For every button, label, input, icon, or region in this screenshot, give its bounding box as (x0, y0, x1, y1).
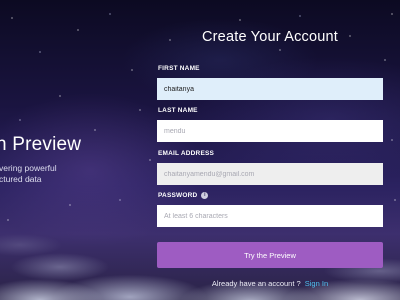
sign-in-link[interactable]: Sign In (305, 279, 328, 288)
password-label: PASSWORD (158, 192, 198, 199)
first-name-label: FIRST NAME (158, 65, 200, 72)
preview-description-line-1: vering powerful (0, 163, 57, 173)
password-field[interactable] (157, 205, 383, 227)
form-title: Create Your Account (201, 29, 338, 45)
email-field[interactable] (157, 163, 383, 185)
preview-heading: n Preview (0, 134, 82, 155)
last-name-label: LAST NAME (158, 107, 198, 114)
first-name-field[interactable] (157, 78, 383, 100)
preview-description-line-2: ctured data (0, 174, 42, 184)
signin-prompt: Already have an account ? (211, 279, 301, 288)
last-name-field[interactable] (157, 120, 383, 142)
signup-page: n Preview vering powerful ctured data Cr… (0, 0, 400, 300)
signin-row: Already have an account ? Sign In (157, 279, 383, 288)
try-the-preview-button[interactable]: Try the Preview (157, 242, 383, 268)
email-address-label: EMAIL ADDRESS (158, 150, 215, 157)
password-label-row: PASSWORD i (158, 192, 209, 199)
info-icon[interactable]: i (201, 192, 209, 199)
